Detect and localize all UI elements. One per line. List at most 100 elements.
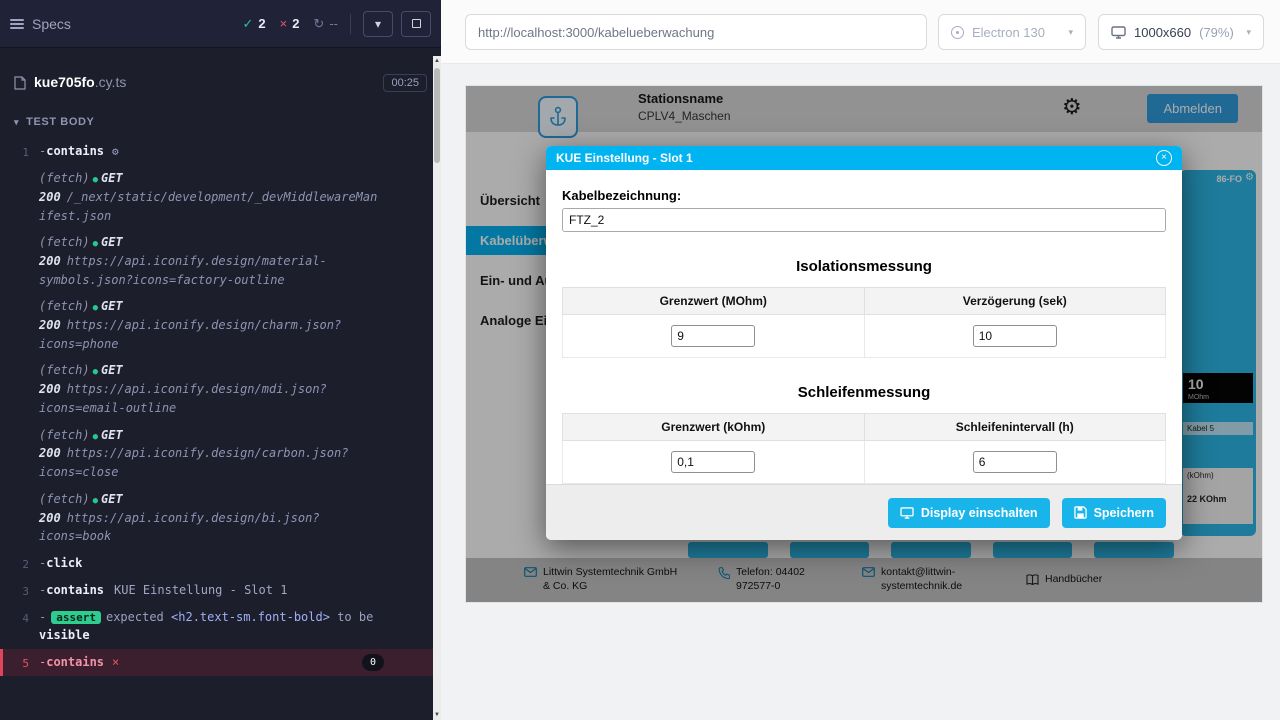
- collapse-button[interactable]: ▾: [363, 11, 393, 37]
- test-stats: ✓2 ×2 ↻--: [242, 16, 338, 32]
- fetch-log-row[interactable]: (fetch)●GET 200https://api.iconify.desig…: [0, 486, 441, 550]
- reporter-scrollbar[interactable]: ▲ ▼: [433, 56, 441, 720]
- failed-stat[interactable]: ×2: [280, 16, 300, 31]
- close-icon[interactable]: ×: [1156, 150, 1172, 166]
- pending-count: --: [329, 16, 338, 31]
- display-on-button[interactable]: Display einschalten: [888, 498, 1050, 528]
- fetch-log-row[interactable]: (fetch)●GET 200https://api.iconify.desig…: [0, 293, 441, 357]
- status-dot-icon: ●: [93, 303, 98, 313]
- monitor-icon: [1111, 26, 1126, 39]
- command-row-click[interactable]: 2 -click: [0, 550, 441, 577]
- isolation-section-title: Isolationsmessung: [562, 258, 1166, 275]
- gear-icon: ⚙: [112, 145, 119, 158]
- assert-element: <h2.text-sm.font-bold>: [171, 610, 330, 624]
- command-name: contains: [46, 583, 104, 597]
- modal-body: Kabelbezeichnung: Isolationsmessung Gren…: [546, 170, 1182, 484]
- status-dot-icon: ●: [93, 239, 98, 249]
- save-button[interactable]: Speichern: [1062, 498, 1166, 528]
- fetch-label: (fetch): [39, 428, 90, 442]
- scroll-up-icon[interactable]: ▲: [433, 56, 441, 66]
- command-row-contains-failed[interactable]: 5 -contains×0: [0, 649, 441, 676]
- pending-stat[interactable]: ↻ --: [313, 16, 338, 32]
- failed-count: 2: [292, 16, 299, 31]
- spec-name: kue705fo: [34, 74, 95, 90]
- cable-name-input[interactable]: [562, 208, 1166, 232]
- status-dot-icon: ●: [93, 367, 98, 377]
- specs-label: Specs: [32, 16, 71, 32]
- command-row-contains-1[interactable]: 1 -contains⚙: [0, 138, 441, 165]
- command-log: 1 -contains⚙ (fetch)●GET 200/_next/stati…: [0, 134, 441, 676]
- loop-section-title: Schleifenmessung: [562, 384, 1166, 401]
- kue-settings-modal: KUE Einstellung - Slot 1 × Kabelbezeichn…: [546, 146, 1182, 540]
- specs-button[interactable]: Specs: [10, 16, 71, 32]
- chevron-down-icon: ▾: [375, 17, 381, 31]
- modal-header: KUE Einstellung - Slot 1 ×: [546, 146, 1182, 170]
- chevron-down-icon: ▾: [1246, 27, 1251, 38]
- column-header: Grenzwert (kOhm): [563, 414, 865, 441]
- isolation-limit-input[interactable]: [671, 325, 755, 347]
- fetch-url: https://api.iconify.design/bi.json?icons…: [39, 511, 320, 544]
- modal-footer: Display einschalten Speichern: [546, 484, 1182, 540]
- command-name: contains: [46, 144, 104, 158]
- loop-limit-input[interactable]: [671, 451, 755, 473]
- scrollbar-thumb[interactable]: [434, 68, 440, 163]
- command-number: 1: [3, 142, 29, 161]
- x-icon: ×: [280, 16, 288, 31]
- column-header: Verzögerung (sek): [864, 288, 1166, 315]
- stop-icon: [412, 19, 421, 28]
- loop-table: Grenzwert (kOhm) Schleifenintervall (h): [562, 413, 1166, 484]
- command-row-assert[interactable]: 4 -assertexpected <h2.text-sm.font-bold>…: [0, 604, 441, 649]
- fetch-url: https://api.iconify.design/carbon.json?i…: [39, 446, 348, 479]
- stop-button[interactable]: [401, 11, 431, 37]
- browser-select[interactable]: Electron 130 ▾: [938, 14, 1086, 50]
- assert-expected: visible: [39, 628, 90, 642]
- assert-text: expected: [106, 610, 164, 624]
- status-dot-icon: ●: [93, 496, 98, 506]
- command-number: 2: [3, 554, 29, 573]
- modal-title: KUE Einstellung - Slot 1: [556, 151, 693, 165]
- check-icon: ✓: [242, 16, 253, 32]
- url-input[interactable]: [465, 14, 927, 50]
- fetch-label: (fetch): [39, 235, 90, 249]
- fail-x-icon: ×: [112, 655, 119, 669]
- fetch-log-row[interactable]: (fetch)●GET 200https://api.iconify.desig…: [0, 229, 441, 293]
- display-icon: [900, 507, 914, 519]
- fetch-url: https://api.iconify.design/material-symb…: [39, 254, 327, 287]
- assert-badge: assert: [51, 611, 101, 624]
- test-body-label: TEST BODY: [26, 116, 94, 128]
- reporter-header: Specs ✓2 ×2 ↻-- ▾: [0, 0, 441, 48]
- isolation-table: Grenzwert (MOhm) Verzögerung (sek): [562, 287, 1166, 358]
- match-count-badge: 0: [362, 654, 384, 671]
- refresh-icon: ↻: [313, 16, 324, 32]
- viewport-select[interactable]: 1000x660 (79%) ▾: [1098, 14, 1264, 50]
- save-floppy-icon: [1074, 506, 1087, 519]
- fetch-label: (fetch): [39, 299, 90, 313]
- run-controls: ▾: [363, 11, 431, 37]
- fetch-url: https://api.iconify.design/mdi.json?icon…: [39, 382, 327, 415]
- command-number: 4: [3, 608, 29, 645]
- command-row-contains-3[interactable]: 3 -containsKUE Einstellung - Slot 1: [0, 577, 441, 604]
- cypress-reporter: Specs ✓2 ×2 ↻-- ▾ kue705fo.cy.ts 00:25 ▾…: [0, 0, 441, 720]
- loop-interval-input[interactable]: [973, 451, 1057, 473]
- file-icon: [14, 76, 26, 90]
- spec-extension: .cy.ts: [95, 74, 127, 90]
- fetch-log-row[interactable]: (fetch)●GET 200https://api.iconify.desig…: [0, 357, 441, 421]
- fetch-url: /_next/static/development/_devMiddleware…: [39, 190, 377, 223]
- scroll-down-icon[interactable]: ▼: [433, 710, 441, 720]
- browser-label: Electron 130: [972, 25, 1045, 40]
- status-dot-icon: ●: [93, 432, 98, 442]
- fetch-log-row[interactable]: (fetch)●GET 200/_next/static/development…: [0, 165, 441, 229]
- status-dot-icon: ●: [93, 175, 98, 185]
- command-number: 3: [3, 581, 29, 600]
- passed-count: 2: [258, 16, 265, 31]
- specs-list-icon: [10, 18, 24, 30]
- isolation-delay-input[interactable]: [973, 325, 1057, 347]
- command-name: contains: [46, 655, 104, 669]
- fetch-log-row[interactable]: (fetch)●GET 200https://api.iconify.desig…: [0, 422, 441, 486]
- spec-row[interactable]: kue705fo.cy.ts 00:25: [0, 66, 441, 100]
- passed-stat[interactable]: ✓2: [242, 16, 265, 32]
- command-argument: KUE Einstellung - Slot 1: [114, 583, 287, 597]
- divider: [350, 14, 351, 34]
- command-number: 5: [3, 653, 29, 672]
- test-body-toggle[interactable]: ▾ TEST BODY: [0, 110, 441, 134]
